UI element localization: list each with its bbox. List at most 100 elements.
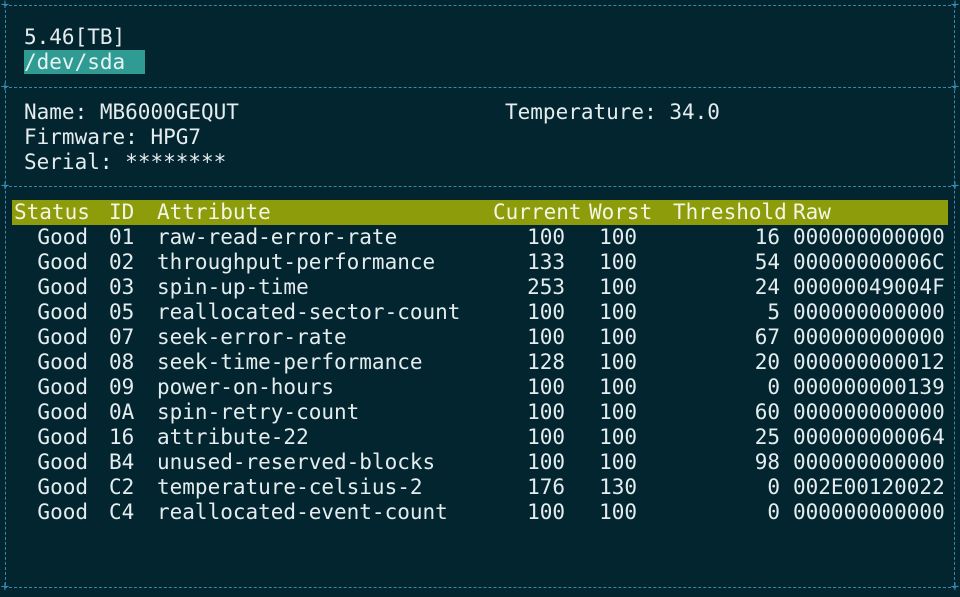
temperature-label: Temperature: <box>505 100 657 124</box>
cell-worst: 130 <box>599 475 637 499</box>
header-id: ID <box>109 200 135 224</box>
table-row[interactable]: Good 05 reallocated-sector-count 100 100 5 000… <box>12 300 948 325</box>
cell-status: Good <box>37 375 88 399</box>
cell-threshold: 0 <box>767 375 780 399</box>
cell-attribute: seek-time-performance <box>157 350 423 374</box>
cell-attribute: spin-up-time <box>157 275 309 299</box>
cell-raw: 000000000000 <box>793 400 945 424</box>
header-raw: Raw <box>793 200 831 224</box>
cell-current: 100 <box>527 325 565 349</box>
cell-current: 100 <box>527 300 565 324</box>
cell-status: Good <box>37 300 88 324</box>
cell-attribute: power-on-hours <box>157 375 335 399</box>
table-row[interactable]: Good 02 throughput-performance 133 100 54 0000… <box>12 250 948 275</box>
separator-2 <box>4 186 956 187</box>
cell-threshold: 0 <box>767 475 780 499</box>
cell-worst: 100 <box>599 300 637 324</box>
cell-status: Good <box>37 450 88 474</box>
cell-threshold: 60 <box>754 400 780 424</box>
bottom-border <box>4 587 956 588</box>
cell-attribute: raw-read-error-rate <box>157 225 398 249</box>
smart-attributes-table: Status ID Attribute Current Worst Thresh… <box>12 200 948 525</box>
cell-attribute: temperature-celsius-2 <box>157 475 423 499</box>
separator-1 <box>4 87 956 88</box>
cell-current: 100 <box>527 400 565 424</box>
header-attribute: Attribute <box>157 200 271 224</box>
cell-raw: 000000000000 <box>793 300 945 324</box>
cell-id: 01 <box>109 225 135 249</box>
table-header-row: Status ID Attribute Current Worst Thresh… <box>12 200 948 225</box>
cell-status: Good <box>37 350 88 374</box>
cell-worst: 100 <box>599 375 637 399</box>
cell-raw: 00000000006C <box>793 250 945 274</box>
cell-id: C2 <box>109 475 135 499</box>
firmware-line: Firmware: HPG7 <box>24 125 201 150</box>
name-value: MB6000GEQUT <box>99 100 239 124</box>
serial-value: ******** <box>125 150 227 174</box>
cell-status: Good <box>37 250 88 274</box>
cell-threshold: 5 <box>767 300 780 324</box>
table-row[interactable]: Good B4 unused-reserved-blocks 100 100 98 0000… <box>12 450 948 475</box>
serial-label: Serial: <box>24 150 113 174</box>
cell-current: 253 <box>527 275 565 299</box>
cell-raw: 000000000000 <box>793 325 945 349</box>
cell-current: 133 <box>527 250 565 274</box>
serial-line: Serial: ******** <box>24 150 226 175</box>
table-row[interactable]: Good 03 spin-up-time 253 100 24 00000049004F <box>12 275 948 300</box>
cell-threshold: 25 <box>754 425 780 449</box>
cell-threshold: 67 <box>754 325 780 349</box>
header-threshold: Threshold <box>673 200 787 224</box>
cell-raw: 000000000000 <box>793 500 945 524</box>
cell-raw: 002E00120022 <box>793 475 945 499</box>
firmware-label: Firmware: <box>24 125 138 149</box>
cell-current: 100 <box>527 425 565 449</box>
cell-status: Good <box>37 425 88 449</box>
cell-attribute: reallocated-sector-count <box>157 300 461 324</box>
table-row[interactable]: Good 07 seek-error-rate 100 100 67 00000000000… <box>12 325 948 350</box>
table-row[interactable]: Good 0A spin-retry-count 100 100 60 0000000000… <box>12 400 948 425</box>
cell-status: Good <box>37 475 88 499</box>
cell-threshold: 54 <box>754 250 780 274</box>
cell-worst: 100 <box>599 450 637 474</box>
capacity-label: 5.46[TB] <box>24 25 126 49</box>
temperature-value: 34.0 <box>669 100 720 124</box>
cell-worst: 100 <box>599 325 637 349</box>
cell-attribute: seek-error-rate <box>157 325 347 349</box>
cell-id: 08 <box>109 350 135 374</box>
table-body: Good 01 raw-read-error-rate 100 100 16 0000000… <box>12 225 948 525</box>
table-row[interactable]: Good 08 seek-time-performance 128 100 20 00000… <box>12 350 948 375</box>
cell-attribute: unused-reserved-blocks <box>157 450 436 474</box>
cell-attribute: attribute-22 <box>157 425 309 449</box>
cell-current: 128 <box>527 350 565 374</box>
table-row[interactable]: Good 16 attribute-22 100 100 25 000000000064 <box>12 425 948 450</box>
cell-raw: 000000000012 <box>793 350 945 374</box>
cell-id: 0A <box>109 400 135 424</box>
cell-id: 07 <box>109 325 135 349</box>
cell-current: 100 <box>527 225 565 249</box>
cell-threshold: 24 <box>754 275 780 299</box>
table-row[interactable]: Good 09 power-on-hours 100 100 0 000000000139 <box>12 375 948 400</box>
cell-id: 03 <box>109 275 135 299</box>
table-row[interactable]: Good C4 reallocated-event-count 100 100 0 0000… <box>12 500 948 525</box>
cell-id: 02 <box>109 250 135 274</box>
cell-raw: 000000000139 <box>793 375 945 399</box>
cell-status: Good <box>37 225 88 249</box>
corner-tr: + <box>950 0 960 13</box>
table-row[interactable]: Good C2 temperature-celsius-2 176 130 0 002E00… <box>12 475 948 500</box>
cell-id: 05 <box>109 300 135 324</box>
left-border <box>5 10 6 585</box>
cell-worst: 100 <box>599 500 637 524</box>
cell-current: 100 <box>527 500 565 524</box>
cell-worst: 100 <box>599 350 637 374</box>
cell-worst: 100 <box>599 225 637 249</box>
device-path-selected[interactable]: /dev/sda <box>24 50 145 74</box>
cell-worst: 100 <box>599 275 637 299</box>
name-label: Name: <box>24 100 88 124</box>
cell-worst: 100 <box>599 425 637 449</box>
table-row[interactable]: Good 01 raw-read-error-rate 100 100 16 0000000… <box>12 225 948 250</box>
cell-raw: 000000000064 <box>793 425 945 449</box>
cell-attribute: spin-retry-count <box>157 400 360 424</box>
junction-r1: + <box>950 79 960 95</box>
top-border <box>4 5 956 6</box>
cell-id: C4 <box>109 500 135 524</box>
